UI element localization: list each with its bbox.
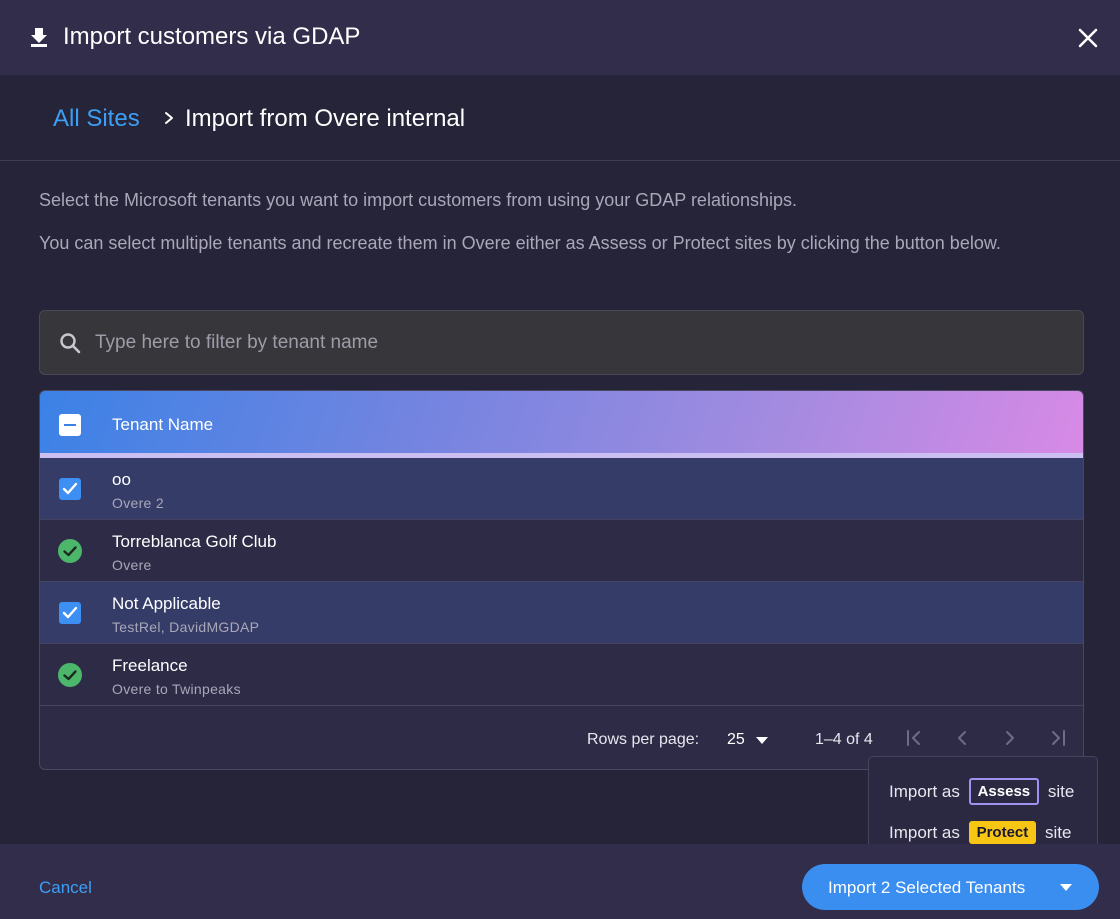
assess-badge: Assess [968, 778, 1040, 805]
rows-per-page-label: Rows per page: [587, 731, 700, 748]
option-suffix: site [1045, 823, 1072, 842]
cancel-button[interactable]: Cancel [39, 878, 92, 898]
download-icon [31, 28, 47, 47]
dialog-title-bar: Import customers via GDAP [0, 0, 1120, 75]
tenant-relationship: Overe to Twinpeaks [112, 681, 241, 697]
table-header: Tenant Name [40, 391, 1083, 453]
page-range: 1–4 of 4 [815, 731, 873, 748]
check-circle-icon [58, 539, 82, 563]
option-prefix: Import as [889, 823, 960, 842]
import-selected-button[interactable]: Import 2 Selected Tenants [802, 864, 1099, 910]
rows-per-page-select[interactable]: 25 [727, 731, 745, 749]
table-row[interactable]: Not Applicable TestRel, DavidMGDAP [40, 582, 1083, 644]
description-line-1: Select the Microsoft tenants you want to… [39, 190, 797, 210]
import-button-label: Import 2 Selected Tenants [828, 878, 1026, 897]
chevron-right-icon [165, 112, 173, 124]
tenant-name: Not Applicable [112, 594, 221, 613]
checkmark-icon [62, 606, 78, 619]
tenant-relationship: TestRel, DavidMGDAP [112, 619, 260, 635]
row-checkbox[interactable] [59, 478, 81, 500]
table-row: Freelance Overe to Twinpeaks [40, 644, 1083, 706]
tenant-filter [39, 310, 1084, 375]
search-icon [60, 333, 81, 354]
first-page-icon[interactable] [904, 728, 924, 748]
caret-down-icon[interactable] [1060, 884, 1072, 891]
table-row[interactable]: oo Overe 2 [40, 458, 1083, 520]
previous-page-icon[interactable] [952, 728, 972, 748]
breadcrumb-current: Import from Overe internal [185, 105, 466, 132]
column-header-tenant-name[interactable]: Tenant Name [112, 415, 213, 435]
last-page-icon[interactable] [1048, 728, 1068, 748]
next-page-icon[interactable] [1000, 728, 1020, 748]
tenant-table: Tenant Name oo Overe 2 Torreblanca Golf … [39, 390, 1084, 770]
checkmark-icon [62, 482, 78, 495]
import-as-protect-option[interactable]: Import as Protect site [889, 821, 1072, 845]
description-line-2: You can select multiple tenants and recr… [39, 233, 1001, 253]
option-suffix: site [1047, 782, 1075, 801]
tenant-relationship: Overe [112, 557, 152, 573]
check-circle-icon [58, 663, 82, 687]
tenant-name: oo [112, 470, 131, 489]
import-as-assess-option[interactable]: Import as Assess site [889, 778, 1075, 806]
select-all-checkbox[interactable] [59, 414, 81, 436]
option-prefix: Import as [889, 782, 960, 801]
dialog-title: Import customers via GDAP [63, 23, 361, 50]
row-checkbox[interactable] [59, 602, 81, 624]
tenant-filter-input[interactable] [95, 321, 1055, 365]
breadcrumb-all-sites-link[interactable]: All Sites [53, 105, 140, 133]
table-row: Torreblanca Golf Club Overe [40, 520, 1083, 582]
tenant-name: Freelance [112, 656, 188, 675]
caret-down-icon[interactable] [756, 737, 768, 744]
close-icon[interactable] [1076, 26, 1100, 50]
tenant-name: Torreblanca Golf Club [112, 532, 277, 551]
tenant-relationship: Overe 2 [112, 495, 164, 511]
protect-badge: Protect [968, 821, 1037, 844]
